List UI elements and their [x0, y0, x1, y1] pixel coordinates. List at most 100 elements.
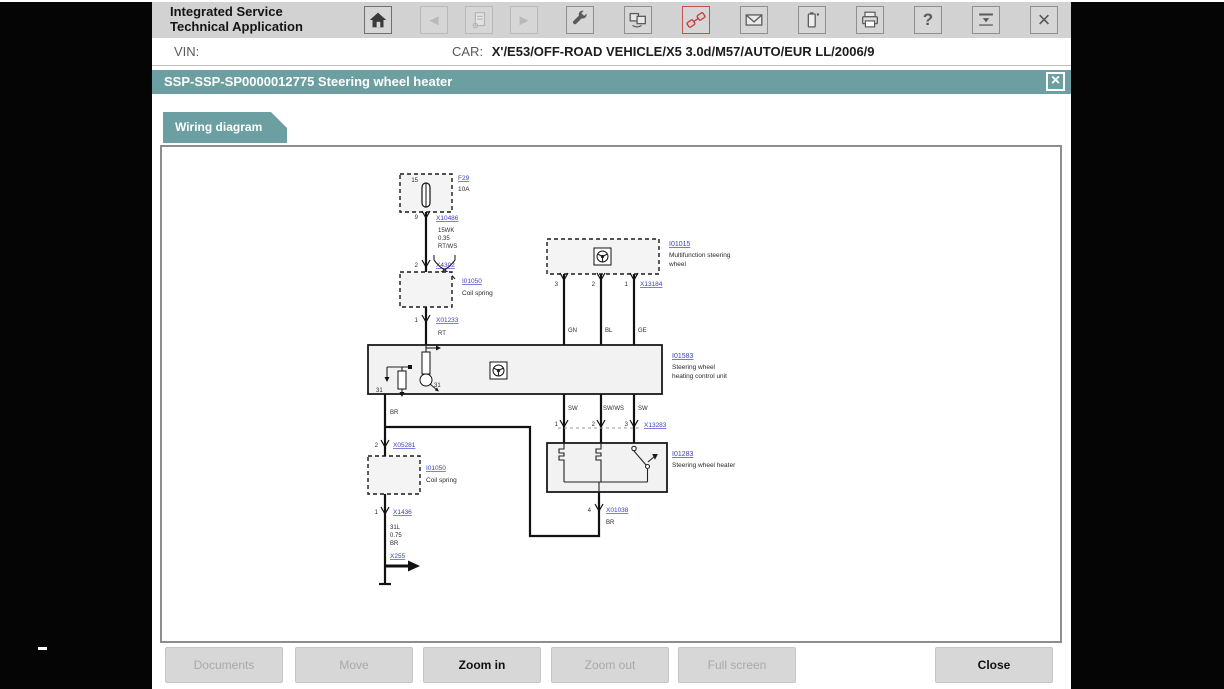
coil-spring-upper-label: Coil spring [462, 290, 493, 297]
printer-icon [859, 9, 881, 31]
connector-x1436-link[interactable]: X1436 [393, 509, 412, 516]
print-button[interactable] [856, 6, 884, 34]
ground-x255-link[interactable]: X255 [390, 553, 406, 560]
connection-button[interactable] [682, 6, 710, 34]
hc-pin3: 3 [625, 422, 629, 428]
home-button[interactable] [364, 6, 392, 34]
coil-spring-upper-link[interactable]: I01050 [462, 278, 482, 285]
zoom-out-button[interactable]: Zoom out [551, 647, 669, 683]
heater-wire-br: BR [606, 520, 615, 526]
terminal-31-label: 31 [434, 383, 441, 389]
connector-x13184-link[interactable]: X13184 [640, 281, 663, 288]
connector-x4302-pin: 2 [415, 263, 419, 269]
dialog-title-bar: SSP-SSP-SP0000012775 Steering wheel heat… [152, 70, 1071, 94]
main-toolbar: Integrated Service Technical Application… [152, 2, 1071, 38]
coil-spring-lower-label: Coil spring [426, 477, 457, 484]
lc-wire-l2: 0.75 [390, 533, 402, 539]
connector-x13283-link[interactable]: X13283 [644, 422, 667, 429]
heater-name: Steering wheel heater [672, 462, 736, 469]
wire-label-circuit: 15WK [438, 228, 454, 234]
control-unit-box [368, 345, 662, 394]
fuse-box: 15 [400, 174, 452, 212]
control-unit-name1: Steering wheel [672, 364, 716, 371]
app-title: Integrated Service Technical Application [170, 4, 303, 34]
coil-spring-lower-box [368, 456, 420, 494]
battery-icon [801, 9, 823, 31]
close-button[interactable]: Close [935, 647, 1053, 683]
fuse-pin-bottom: 9 [415, 215, 419, 221]
lc-pin1: 1 [375, 510, 379, 516]
close-app-button[interactable]: × [1030, 6, 1058, 34]
wire-label-color: RT/WS [438, 244, 457, 250]
wire-label-size: 0.35 [438, 236, 450, 242]
full-screen-button[interactable]: Full screen [678, 647, 796, 683]
wire-rt-label: RT [438, 331, 446, 337]
wire-swws: SW/WS [603, 406, 624, 412]
mf-wheel-name2: wheel [668, 261, 687, 268]
history-document-icon [468, 9, 490, 31]
wire-sw2: SW [638, 406, 648, 412]
fuse-pin-top: 15 [411, 178, 418, 184]
messages-button[interactable] [740, 6, 768, 34]
lc-wire-l3: BR [390, 541, 399, 547]
mf-wheel-link[interactable]: I01015 [669, 241, 691, 248]
forward-icon: ► [517, 12, 532, 29]
collapse-icon [975, 9, 997, 31]
workshop-button[interactable] [624, 6, 652, 34]
mf-wheel-name1: Multifunction steering [669, 252, 731, 259]
vin-label: VIN: [174, 44, 199, 59]
envelope-icon [743, 9, 765, 31]
car-value: X'/E53/OFF-ROAD VEHICLE/X5 3.0d/M57/AUTO… [492, 44, 875, 59]
lc-pin2: 2 [375, 443, 379, 449]
mf-pin1: 1 [625, 282, 629, 288]
help-button[interactable]: ? [914, 6, 942, 34]
hc-pin1: 1 [555, 422, 559, 428]
coil-spring-upper-box [400, 272, 452, 307]
tools-button[interactable] [566, 6, 594, 34]
connector-x01233-link[interactable]: X01233 [436, 317, 459, 324]
control-unit-link[interactable]: I01583 [672, 353, 694, 360]
heater-pin4: 4 [588, 508, 592, 514]
connector-x10486-link[interactable]: X10486 [436, 215, 459, 222]
left-letterbox [0, 2, 152, 689]
plug-connector-icon [685, 9, 707, 31]
fuse-code-link[interactable]: F29 [458, 175, 470, 182]
lc-wire-l1: 31L [390, 525, 401, 531]
minimize-panel-button[interactable] [972, 6, 1000, 34]
hc-pin2: 2 [592, 422, 596, 428]
wiring-diagram-canvas[interactable]: 15 F29 10A 9 X10486 15WK 0.35 RT/WS 2 X4… [160, 145, 1062, 643]
mf-pin3: 3 [555, 282, 559, 288]
terminal-31-label-2: 31 [376, 388, 383, 394]
zoom-in-button[interactable]: Zoom in [423, 647, 541, 683]
connector-x01038-link[interactable]: X01038 [606, 507, 629, 514]
home-icon [367, 9, 389, 31]
app-title-line1: Integrated Service [170, 4, 303, 19]
tab-wiring-diagram[interactable]: Wiring diagram [163, 112, 287, 143]
coil-spring-lower-link[interactable]: I01050 [426, 465, 446, 472]
car-label: CAR: [452, 44, 483, 59]
ground-arrow [385, 561, 420, 572]
dialog-close-icon: × [1051, 72, 1060, 89]
wire-bl: BL [605, 328, 613, 334]
wrench-icon [569, 9, 591, 31]
steering-wheel-icon-mf [594, 248, 611, 265]
vehicle-info-bar: VIN: CAR: X'/E53/OFF-ROAD VEHICLE/X5 3.0… [152, 40, 1071, 66]
wire-ge: GE [638, 328, 647, 334]
heater-link[interactable]: I01283 [672, 451, 694, 458]
forward-button[interactable]: ► [510, 6, 538, 34]
move-button[interactable]: Move [295, 647, 413, 683]
wire-gn: GN [568, 328, 577, 334]
back-button[interactable]: ◄ [420, 6, 448, 34]
mf-pin2: 2 [592, 282, 596, 288]
battery-button[interactable] [798, 6, 826, 34]
wire-sw1: SW [568, 406, 578, 412]
wiring-diagram-svg: 15 F29 10A 9 X10486 15WK 0.35 RT/WS 2 X4… [162, 147, 1060, 641]
dual-monitor-icon [627, 9, 649, 31]
coil-upper-pin: 1 [415, 318, 419, 324]
app-title-line2: Technical Application [170, 19, 303, 34]
history-button[interactable] [465, 6, 493, 34]
dialog-close-button[interactable]: × [1046, 72, 1065, 91]
documents-button[interactable]: Documents [165, 647, 283, 683]
connector-x05281-link[interactable]: X05281 [393, 442, 416, 449]
close-icon: × [1038, 9, 1051, 31]
